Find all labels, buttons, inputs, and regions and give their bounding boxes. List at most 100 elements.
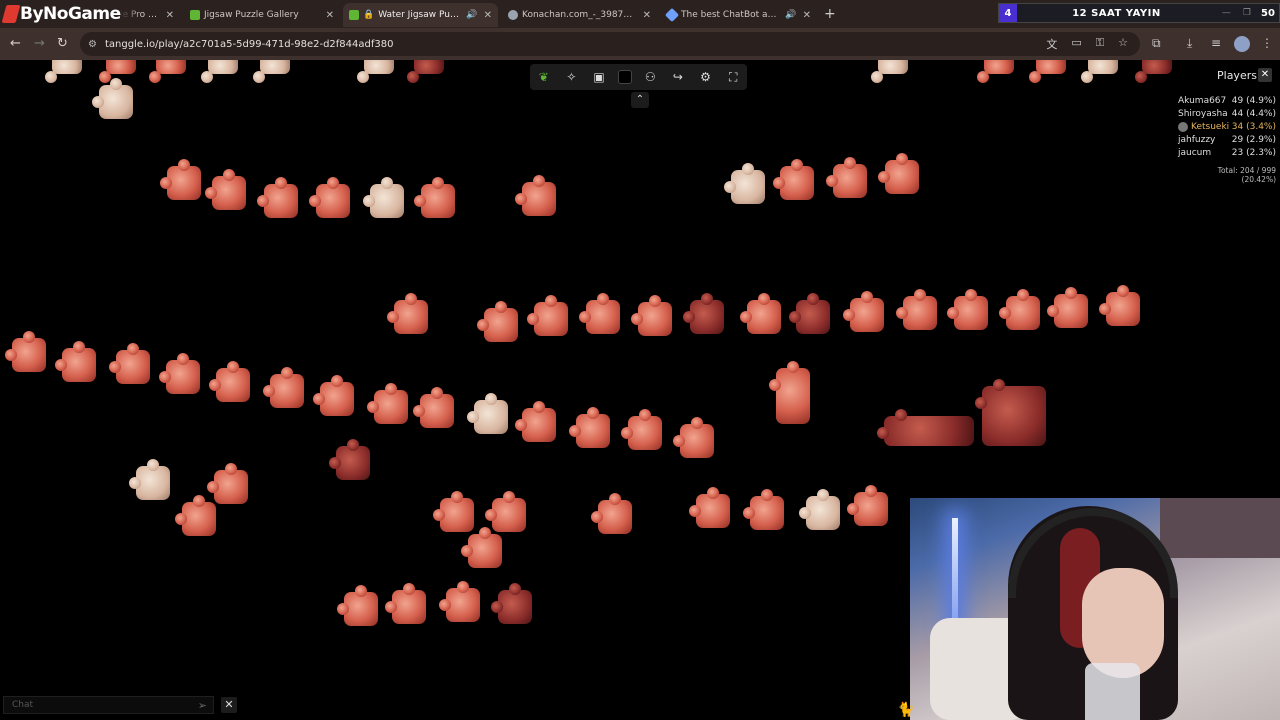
puzzle-piece[interactable] <box>159 353 200 394</box>
puzzle-piece[interactable] <box>621 409 662 450</box>
puzzle-piece[interactable] <box>439 581 480 622</box>
puzzle-piece[interactable] <box>1135 60 1172 83</box>
puzzle-icon[interactable]: ✧ <box>562 68 580 86</box>
puzzle-piece[interactable] <box>45 60 82 83</box>
puzzle-piece[interactable] <box>109 343 150 384</box>
puzzle-piece[interactable] <box>387 293 428 334</box>
puzzle-piece[interactable] <box>207 463 248 504</box>
puzzle-piece[interactable] <box>789 293 830 334</box>
tab-close-icon[interactable]: ✕ <box>326 10 334 21</box>
puzzle-piece[interactable] <box>1047 287 1088 328</box>
puzzle-piece[interactable] <box>160 159 201 200</box>
puzzle-piece[interactable] <box>977 60 1014 83</box>
puzzle-piece[interactable] <box>871 60 908 83</box>
puzzle-piece[interactable] <box>414 177 455 218</box>
tab-konachan[interactable]: Konachan.com_-_398716_samp ✕ <box>502 3 657 27</box>
puzzle-piece[interactable] <box>631 295 672 336</box>
reload-icon[interactable]: ↻ <box>57 36 68 51</box>
leaf-icon[interactable]: ❦ <box>535 68 553 86</box>
puzzle-piece[interactable] <box>313 375 354 416</box>
translate-icon[interactable]: 文 <box>1046 36 1057 52</box>
fullscreen-icon[interactable]: ⛶ <box>724 68 742 86</box>
puzzle-piece[interactable] <box>826 157 867 198</box>
puzzle-piece[interactable] <box>175 495 216 536</box>
puzzle-piece[interactable] <box>309 177 350 218</box>
puzzle-piece[interactable] <box>896 289 937 330</box>
puzzle-piece[interactable] <box>847 485 888 526</box>
puzzle-piece[interactable] <box>385 583 426 624</box>
puzzle-piece[interactable] <box>92 78 133 119</box>
key-icon[interactable]: ⚿ <box>1096 36 1104 52</box>
chat-input[interactable]: Chat ➢ <box>3 696 214 714</box>
puzzle-piece[interactable] <box>205 169 246 210</box>
puzzle-piece[interactable] <box>1029 60 1066 83</box>
puzzle-piece[interactable] <box>485 491 526 532</box>
puzzle-piece[interactable] <box>799 489 840 530</box>
tab-close-icon[interactable]: ✕ <box>803 10 811 21</box>
speaker-icon[interactable]: 🔊 <box>785 10 796 20</box>
tab-jigsaw-gallery[interactable]: Jigsaw Puzzle Gallery ✕ <box>184 3 340 27</box>
settings-icon[interactable]: ⚙ <box>697 68 715 86</box>
puzzle-piece[interactable] <box>433 491 474 532</box>
background-swatch[interactable] <box>617 70 632 84</box>
puzzle-piece[interactable] <box>367 383 408 424</box>
back-icon[interactable]: ← <box>10 36 21 51</box>
speaker-icon[interactable]: 🔊 <box>466 10 477 20</box>
site-info-icon[interactable]: ⚙ <box>88 39 97 50</box>
puzzle-piece[interactable] <box>363 177 404 218</box>
puzzle-piece[interactable] <box>99 60 136 83</box>
share-icon[interactable]: ↪ <box>669 68 687 86</box>
extensions-icon[interactable]: ⧉ <box>1152 36 1161 51</box>
puzzle-piece[interactable] <box>999 289 1040 330</box>
collapse-toolbar-icon[interactable]: ⌃ <box>631 92 649 108</box>
puzzle-piece[interactable] <box>515 175 556 216</box>
puzzle-piece[interactable] <box>253 60 290 83</box>
puzzle-piece[interactable] <box>569 407 610 448</box>
puzzle-piece-cluster[interactable] <box>877 409 974 446</box>
puzzle-piece[interactable] <box>878 153 919 194</box>
puzzle-piece[interactable] <box>515 401 556 442</box>
puzzle-piece[interactable] <box>257 177 298 218</box>
download-icon[interactable]: ⤓ <box>1187 36 1192 51</box>
puzzle-piece[interactable] <box>407 60 444 83</box>
forward-icon[interactable]: → <box>34 36 45 51</box>
puzzle-piece[interactable] <box>413 387 454 428</box>
tab-chatbot[interactable]: The best ChatBot and Widg 🔊 ✕ <box>661 3 817 27</box>
puzzle-piece[interactable] <box>1081 60 1118 83</box>
new-tab-icon[interactable]: + <box>824 6 836 22</box>
puzzle-piece[interactable] <box>673 417 714 458</box>
puzzle-piece[interactable] <box>843 291 884 332</box>
puzzle-piece[interactable] <box>491 583 532 624</box>
puzzle-piece[interactable] <box>947 289 988 330</box>
puzzle-piece[interactable] <box>461 527 502 568</box>
puzzle-piece-cluster[interactable] <box>975 379 1046 446</box>
tab-search-icon[interactable]: ≡ <box>1211 36 1221 50</box>
puzzle-piece[interactable] <box>579 293 620 334</box>
tab-water-jigsaw[interactable]: 🔒 Water Jigsaw Puzzle 🔊 ✕ <box>343 3 498 27</box>
tab-close-icon[interactable]: ✕ <box>643 10 651 21</box>
menu-dots-icon[interactable]: ⋮ <box>1261 36 1273 50</box>
puzzle-piece[interactable] <box>477 301 518 342</box>
puzzle-piece[interactable] <box>773 159 814 200</box>
puzzle-piece[interactable] <box>591 493 632 534</box>
puzzle-piece[interactable] <box>263 367 304 408</box>
puzzle-piece[interactable] <box>129 459 170 500</box>
send-icon[interactable]: ➢ <box>198 699 207 712</box>
puzzle-piece[interactable] <box>743 489 784 530</box>
profile-avatar[interactable] <box>1234 36 1250 52</box>
puzzle-piece[interactable] <box>769 361 810 424</box>
puzzle-piece[interactable] <box>683 293 724 334</box>
puzzle-piece[interactable] <box>209 361 250 402</box>
puzzle-piece[interactable] <box>357 60 394 83</box>
url-field[interactable]: ⚙ tanggle.io/play/a2c701a5-5d99-471d-98e… <box>80 32 1140 56</box>
puzzle-piece[interactable] <box>689 487 730 528</box>
cast-icon[interactable]: ▭ <box>1071 36 1081 52</box>
puzzle-piece[interactable] <box>724 163 765 204</box>
puzzle-piece[interactable] <box>5 331 46 372</box>
puzzle-piece[interactable] <box>337 585 378 626</box>
puzzle-piece[interactable] <box>55 341 96 382</box>
tab-close-icon[interactable]: ✕ <box>166 10 174 21</box>
image-icon[interactable]: ▣ <box>590 68 608 86</box>
chat-close-icon[interactable]: ✕ <box>221 697 237 713</box>
puzzle-piece[interactable] <box>740 293 781 334</box>
